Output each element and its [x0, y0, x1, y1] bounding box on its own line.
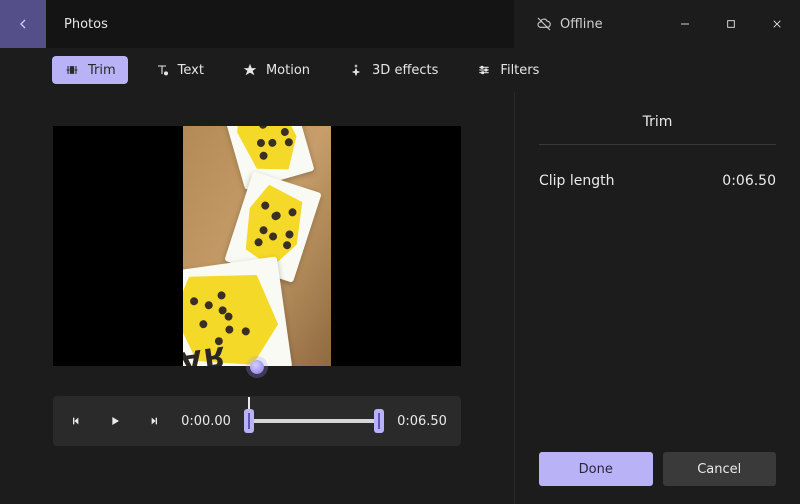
offline-indicator[interactable]: Offline	[536, 16, 662, 32]
side-panel: Trim Clip length 0:06.50 Done Cancel	[514, 92, 800, 504]
play-icon	[107, 413, 123, 429]
video-frame: AR	[183, 126, 331, 366]
close-button[interactable]	[754, 8, 800, 40]
text-icon	[154, 62, 170, 78]
play-button[interactable]	[105, 411, 125, 431]
end-time: 0:06.50	[397, 414, 447, 429]
frame-forward-button[interactable]	[143, 411, 163, 431]
tool-text-label: Text	[178, 63, 204, 78]
cancel-button[interactable]: Cancel	[663, 452, 777, 486]
close-icon	[769, 16, 785, 32]
toolbar: Trim Text Motion 3D effects Filters	[0, 48, 800, 92]
app-title: Photos	[46, 0, 514, 48]
frame-forward-icon	[145, 413, 161, 429]
tool-3d-label: 3D effects	[372, 63, 438, 78]
cloud-offline-icon	[536, 16, 552, 32]
trim-range	[249, 419, 379, 423]
frame-back-button[interactable]	[67, 411, 87, 431]
frame-back-icon	[69, 413, 85, 429]
side-panel-title: Trim	[539, 114, 776, 145]
main: AR 0:00.00 0:06.50 Tr	[0, 92, 800, 504]
minimize-icon	[677, 16, 693, 32]
trim-track[interactable]	[249, 419, 379, 423]
maximize-icon	[723, 16, 739, 32]
trim-handle-end[interactable]	[374, 409, 384, 433]
filters-icon	[476, 62, 492, 78]
tool-motion[interactable]: Motion	[230, 56, 322, 84]
tool-trim[interactable]: Trim	[52, 56, 128, 84]
trim-handle-start[interactable]	[244, 409, 254, 433]
clip-length-label: Clip length	[539, 173, 615, 189]
trim-icon	[64, 62, 80, 78]
clip-length-value: 0:06.50	[722, 173, 776, 189]
start-time: 0:00.00	[181, 414, 231, 429]
motion-icon	[242, 62, 258, 78]
minimize-button[interactable]	[662, 8, 708, 40]
done-label: Done	[579, 462, 613, 477]
clip-length-row: Clip length 0:06.50	[539, 173, 776, 189]
tool-filters[interactable]: Filters	[464, 56, 551, 84]
side-panel-buttons: Done Cancel	[539, 452, 776, 486]
title-right: Offline	[514, 0, 800, 48]
back-button[interactable]	[0, 0, 46, 48]
video-preview[interactable]: AR	[53, 126, 461, 366]
tool-text[interactable]: Text	[142, 56, 216, 84]
offline-label: Offline	[560, 17, 603, 32]
title-bar: Photos Offline	[0, 0, 800, 48]
done-button[interactable]: Done	[539, 452, 653, 486]
cancel-label: Cancel	[697, 462, 741, 477]
tool-trim-label: Trim	[88, 63, 116, 78]
tool-motion-label: Motion	[266, 63, 310, 78]
maximize-button[interactable]	[708, 8, 754, 40]
sparkle-icon	[348, 62, 364, 78]
tool-filters-label: Filters	[500, 63, 539, 78]
tool-3d-effects[interactable]: 3D effects	[336, 56, 450, 84]
arrow-left-icon	[15, 16, 31, 32]
playback-bar: 0:00.00 0:06.50	[53, 396, 461, 446]
playhead-marker[interactable]	[250, 360, 264, 374]
editor-column: AR 0:00.00 0:06.50	[0, 92, 514, 504]
